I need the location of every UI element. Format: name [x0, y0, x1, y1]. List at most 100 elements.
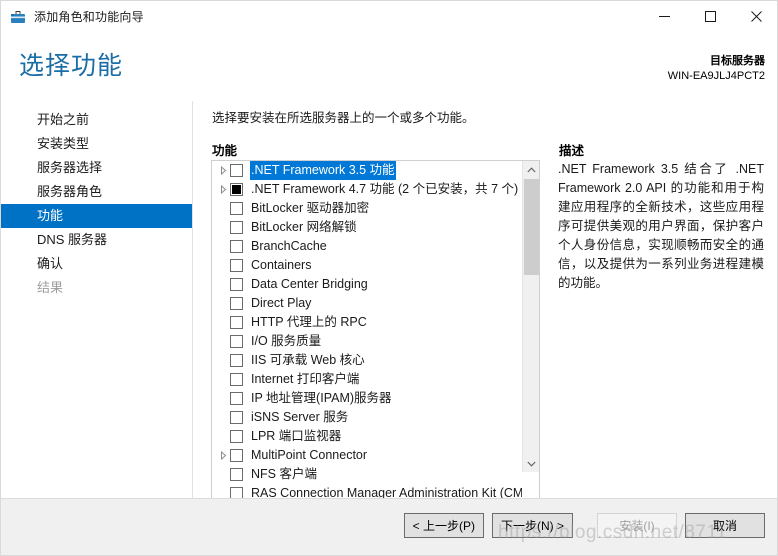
feature-row[interactable]: .NET Framework 3.5 功能 — [212, 161, 522, 180]
minimize-button[interactable] — [641, 1, 687, 32]
feature-label: MultiPoint Connector — [251, 448, 368, 462]
feature-checkbox[interactable] — [230, 335, 243, 348]
target-server-label: 目标服务器 — [710, 55, 765, 67]
wizard-body: 开始之前 安装类型 服务器选择 服务器角色 功能 DNS 服务器 确认 结果 选择要安装在所选… — [1, 101, 777, 555]
feature-label: Containers — [251, 258, 312, 272]
sidebar-item-2[interactable]: 服务器选择 — [1, 156, 192, 180]
footer-button-row: < 上一步(P) 下一步(N) > 安装(I) 取消 — [396, 513, 765, 538]
add-roles-and-features-wizard-window: 添加角色和功能向导 选择功能 目标服务器 WIN-EA9JLJ4PCT2 开始之… — [0, 0, 778, 556]
expand-triangle-icon[interactable] — [216, 180, 230, 199]
feature-row[interactable]: Direct Play — [212, 294, 522, 313]
feature-label: Internet 打印客户端 — [251, 372, 360, 386]
feature-row[interactable]: MultiPoint Connector — [212, 446, 522, 465]
feature-label: LPR 端口监视器 — [251, 429, 342, 443]
cancel-button[interactable]: 取消 — [685, 513, 765, 538]
feature-label: HTTP 代理上的 RPC — [251, 315, 367, 329]
features-list[interactable]: .NET Framework 3.5 功能 .NET Framework 4.7 … — [212, 161, 522, 555]
feature-label: iSNS Server 服务 — [251, 410, 349, 424]
close-button[interactable] — [733, 1, 777, 32]
feature-checkbox[interactable] — [230, 316, 243, 329]
feature-checkbox[interactable] — [230, 411, 243, 424]
feature-checkbox[interactable] — [230, 373, 243, 386]
feature-checkbox[interactable] — [230, 354, 243, 367]
feature-label: BranchCache — [251, 239, 327, 253]
maximize-icon — [704, 11, 716, 22]
wizard-footer: < 上一步(P) 下一步(N) > 安装(I) 取消 — [1, 498, 777, 555]
feature-row[interactable]: IIS 可承载 Web 核心 — [212, 351, 522, 370]
window-title: 添加角色和功能向导 — [34, 10, 144, 24]
wizard-content: 选择要安装在所选服务器上的一个或多个功能。 功能 描述 .NET Framewo… — [193, 101, 777, 555]
feature-checkbox[interactable] — [230, 240, 243, 253]
feature-label: .NET Framework 4.7 功能 (2 个已安装，共 7 个) — [251, 182, 519, 196]
feature-label: I/O 服务质量 — [251, 334, 322, 348]
feature-row[interactable]: HTTP 代理上的 RPC — [212, 313, 522, 332]
chevron-up-icon — [526, 166, 536, 172]
feature-row[interactable]: BitLocker 驱动器加密 — [212, 199, 522, 218]
feature-checkbox[interactable] — [230, 221, 243, 234]
feature-row[interactable]: NFS 客户端 — [212, 465, 522, 484]
vertical-scroll-thumb[interactable] — [524, 179, 539, 275]
description-pane: .NET Framework 3.5 结合了 .NET Framework 2.… — [558, 160, 764, 490]
sidebar-item-3[interactable]: 服务器角色 — [1, 180, 192, 204]
feature-label: IIS 可承载 Web 核心 — [251, 353, 365, 367]
target-server-name: WIN-EA9JLJ4PCT2 — [667, 70, 765, 82]
description-text: .NET Framework 3.5 结合了 .NET Framework 2.… — [558, 162, 764, 290]
feature-row[interactable]: iSNS Server 服务 — [212, 408, 522, 427]
feature-row[interactable]: IP 地址管理(IPAM)服务器 — [212, 389, 522, 408]
wizard-sidebar: 开始之前 安装类型 服务器选择 服务器角色 功能 DNS 服务器 确认结果 — [1, 101, 192, 500]
feature-row[interactable]: BranchCache — [212, 237, 522, 256]
sidebar-item-5[interactable]: DNS 服务器 — [1, 228, 192, 252]
feature-label: BitLocker 网络解锁 — [251, 220, 357, 234]
feature-checkbox[interactable] — [230, 259, 243, 272]
minimize-icon — [658, 16, 670, 17]
feature-checkbox[interactable] — [230, 392, 243, 405]
feature-row[interactable]: I/O 服务质量 — [212, 332, 522, 351]
feature-row[interactable]: Internet 打印客户端 — [212, 370, 522, 389]
feature-label: Direct Play — [251, 296, 312, 310]
feature-label: .NET Framework 3.5 功能 — [250, 161, 396, 180]
features-listbox[interactable]: .NET Framework 3.5 功能 .NET Framework 4.7 … — [211, 160, 540, 555]
feature-checkbox[interactable] — [230, 202, 243, 215]
feature-checkbox[interactable] — [230, 297, 243, 310]
wizard-step-list: 开始之前 安装类型 服务器选择 服务器角色 功能 DNS 服务器 确认结果 — [1, 108, 192, 300]
sidebar-item-6[interactable]: 确认 — [1, 252, 192, 276]
maximize-button[interactable] — [687, 1, 733, 32]
description-heading: 描述 — [559, 144, 585, 158]
close-icon — [750, 11, 762, 22]
feature-checkbox[interactable] — [230, 183, 243, 196]
expand-triangle-icon[interactable] — [216, 161, 230, 180]
expand-triangle-icon[interactable] — [216, 446, 230, 465]
install-button: 安装(I) — [597, 513, 677, 538]
page-header: 选择功能 目标服务器 WIN-EA9JLJ4PCT2 — [1, 32, 777, 101]
feature-label: IP 地址管理(IPAM)服务器 — [251, 391, 392, 405]
target-server-block: 目标服务器 WIN-EA9JLJ4PCT2 — [668, 54, 765, 84]
chevron-down-icon — [526, 461, 536, 467]
feature-checkbox[interactable] — [230, 468, 243, 481]
feature-checkbox[interactable] — [230, 449, 243, 462]
toolbox-icon — [11, 10, 25, 23]
scroll-down-button[interactable] — [523, 455, 539, 472]
feature-label: NFS 客户端 — [251, 467, 317, 481]
next-button[interactable]: 下一步(N) > — [491, 513, 573, 538]
feature-checkbox[interactable] — [230, 430, 243, 443]
instruction-text: 选择要安装在所选服务器上的一个或多个功能。 — [212, 111, 475, 125]
feature-row[interactable]: .NET Framework 4.7 功能 (2 个已安装，共 7 个) — [212, 180, 522, 199]
feature-checkbox[interactable] — [230, 164, 243, 177]
feature-row[interactable]: Containers — [212, 256, 522, 275]
features-heading: 功能 — [212, 144, 238, 158]
sidebar-item-7: 结果 — [37, 280, 64, 295]
previous-button[interactable]: < 上一步(P) — [403, 513, 484, 538]
features-vertical-scrollbar[interactable] — [522, 161, 539, 472]
title-bar: 添加角色和功能向导 — [1, 1, 777, 32]
page-title: 选择功能 — [19, 52, 124, 80]
sidebar-item-4[interactable]: 功能 — [1, 204, 192, 228]
sidebar-item-0[interactable]: 开始之前 — [1, 108, 192, 132]
feature-row[interactable]: Data Center Bridging — [212, 275, 522, 294]
feature-checkbox[interactable] — [230, 278, 243, 291]
feature-label: BitLocker 驱动器加密 — [251, 201, 370, 215]
sidebar-item-1[interactable]: 安装类型 — [1, 132, 192, 156]
feature-label: Data Center Bridging — [251, 277, 368, 291]
feature-row[interactable]: LPR 端口监视器 — [212, 427, 522, 446]
scroll-up-button[interactable] — [523, 161, 539, 178]
feature-row[interactable]: BitLocker 网络解锁 — [212, 218, 522, 237]
